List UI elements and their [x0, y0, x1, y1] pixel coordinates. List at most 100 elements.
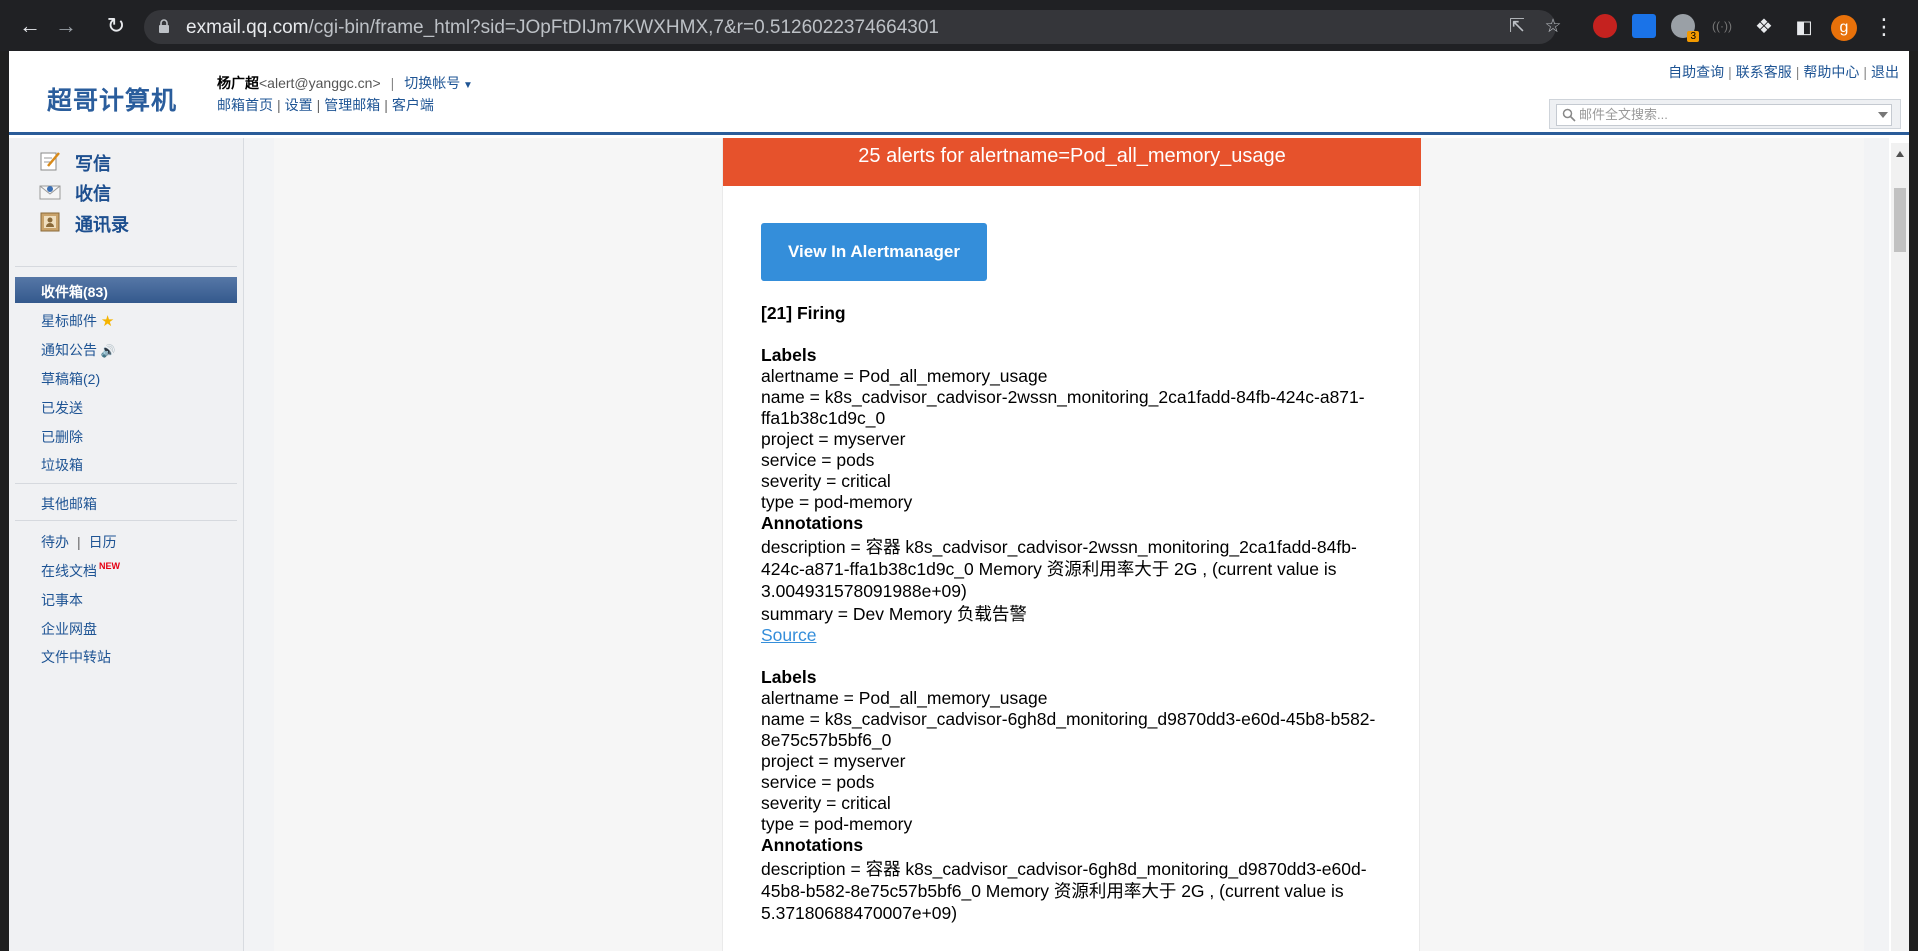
search-dropdown-icon[interactable]: [1878, 112, 1888, 118]
folder-other-mailbox[interactable]: 其他邮箱: [41, 494, 97, 514]
envelope-icon: [39, 185, 61, 200]
brand-logo[interactable]: 超哥计算机: [47, 81, 177, 117]
folder-spam[interactable]: 垃圾箱: [41, 455, 83, 475]
starred-label: 星标邮件: [41, 313, 97, 329]
bookmark-star-icon[interactable]: ☆: [1542, 16, 1564, 38]
extension-record-icon[interactable]: [1593, 14, 1617, 38]
mail-frame: 25 alerts for alertname=Pod_all_memory_u…: [274, 138, 1864, 951]
url-text: exmail.qq.com/cgi-bin/frame_html?sid=JOp…: [186, 17, 939, 38]
online-docs-label: 在线文档: [41, 563, 97, 579]
label-project: project = myserver: [761, 429, 906, 449]
speaker-icon: 🔊: [100, 344, 116, 358]
star-icon: ★: [100, 313, 115, 330]
notices-label: 通知公告: [41, 342, 97, 358]
folder-drafts[interactable]: 草稿箱(2): [41, 369, 100, 389]
label-name: name = k8s_cadvisor_cadvisor-2wssn_monit…: [761, 387, 1365, 428]
search-icon: [1562, 108, 1576, 122]
mail-header: 超哥计算机 杨广超<alert@yanggc.cn> | 切换帐号 ▼ 邮箱首页 | 设…: [9, 51, 1909, 135]
folder-sent[interactable]: 已发送: [41, 398, 83, 418]
user-email: <alert@yanggc.cn>: [259, 75, 381, 91]
link-online-docs[interactable]: 在线文档 NEW: [41, 561, 120, 581]
label-type: type = pod-memory: [761, 814, 913, 834]
link-manage[interactable]: 管理邮箱: [324, 97, 380, 113]
compose-icon: [40, 152, 60, 171]
mail-content: 25 alerts for alertname=Pod_all_memory_u…: [244, 138, 1889, 951]
label-severity: severity = critical: [761, 793, 891, 813]
menu-kebab-icon[interactable]: ⋮: [1870, 13, 1898, 41]
broadcast-icon[interactable]: ((·)): [1710, 14, 1734, 38]
contacts-label: 通讯录: [75, 215, 129, 235]
firing-title: [21] Firing: [761, 303, 846, 323]
view-in-alertmanager-button[interactable]: View In Alertmanager: [761, 223, 987, 281]
side-panel-icon[interactable]: ◧: [1790, 13, 1818, 41]
label-name: name = k8s_cadvisor_cadvisor-6gh8d_monit…: [761, 709, 1376, 750]
link-help-center[interactable]: 帮助中心: [1803, 64, 1859, 80]
extension-badge: 3: [1687, 31, 1699, 42]
compose-label: 写信: [75, 154, 111, 174]
label-service: service = pods: [761, 450, 875, 470]
annotation-description: description = 容器 k8s_cadvisor_cadvisor-6…: [761, 859, 1367, 923]
label-alertname: alertname = Pod_all_memory_usage: [761, 366, 1048, 386]
annotation-description: description = 容器 k8s_cadvisor_cadvisor-2…: [761, 537, 1357, 601]
scroll-up-icon[interactable]: [1896, 151, 1904, 157]
extensions-puzzle-icon[interactable]: ❖: [1750, 13, 1778, 41]
todo-calendar: 待办 | 日历: [41, 534, 117, 550]
lock-icon: [159, 19, 169, 33]
google-translate-icon[interactable]: [1632, 14, 1656, 38]
folder-notices[interactable]: 通知公告 🔊: [41, 340, 116, 360]
link-logout[interactable]: 退出: [1871, 64, 1899, 80]
inbox-label: 收件箱(83): [41, 284, 108, 300]
labels-heading: Labels: [761, 667, 817, 687]
alert-banner: 25 alerts for alertname=Pod_all_memory_u…: [723, 138, 1421, 186]
divider: [15, 483, 237, 484]
receive-label: 收信: [75, 184, 111, 204]
mail-search: 邮件全文搜索...: [1549, 99, 1901, 129]
annotation-summary: summary = Dev Memory 负载告警: [761, 604, 1027, 624]
switch-account-link[interactable]: 切换帐号: [404, 75, 460, 91]
folder-deleted[interactable]: 已删除: [41, 427, 83, 447]
label-severity: severity = critical: [761, 471, 891, 491]
extension-icon[interactable]: 3: [1671, 14, 1699, 42]
link-notebook[interactable]: 记事本: [41, 590, 83, 610]
label-service: service = pods: [761, 772, 875, 792]
link-home[interactable]: 邮箱首页: [217, 97, 273, 113]
label-type: type = pod-memory: [761, 492, 913, 512]
back-icon[interactable]: ←: [16, 12, 44, 40]
link-self-service[interactable]: 自助查询: [1668, 64, 1724, 80]
reload-icon[interactable]: ↻: [102, 12, 130, 40]
mail-app: 超哥计算机 杨广超<alert@yanggc.cn> | 切换帐号 ▼ 邮箱首页 | 设…: [9, 51, 1909, 951]
forward-icon[interactable]: →: [52, 12, 80, 40]
alert-email: 25 alerts for alertname=Pod_all_memory_u…: [722, 138, 1421, 951]
vertical-scrollbar[interactable]: [1891, 143, 1909, 951]
mail-body: [21] Firing Labels alertname = Pod_all_m…: [761, 303, 1391, 945]
link-cloud-drive[interactable]: 企业网盘: [41, 619, 97, 639]
alert-item: Labels alertname = Pod_all_memory_usage …: [761, 345, 1391, 646]
link-calendar[interactable]: 日历: [89, 534, 117, 550]
address-bar[interactable]: exmail.qq.com/cgi-bin/frame_html?sid=JOp…: [144, 10, 1562, 44]
folder-inbox[interactable]: 收件箱(83): [15, 277, 237, 303]
share-icon[interactable]: ⇱: [1506, 16, 1528, 38]
chevron-down-icon[interactable]: ▼: [460, 80, 473, 91]
labels-heading: Labels: [761, 345, 817, 365]
user-info: 杨广超<alert@yanggc.cn> | 切换帐号 ▼: [217, 73, 473, 93]
label-project: project = myserver: [761, 751, 906, 771]
separator: |: [390, 75, 395, 91]
link-contact-support[interactable]: 联系客服: [1736, 64, 1792, 80]
top-links: 自助查询 | 联系客服 | 帮助中心 | 退出: [1668, 64, 1899, 80]
divider: [15, 266, 237, 267]
user-links: 邮箱首页 | 设置 | 管理邮箱 | 客户端: [217, 97, 434, 113]
link-client[interactable]: 客户端: [392, 97, 434, 113]
link-file-transfer[interactable]: 文件中转站: [41, 647, 111, 667]
annotations-heading: Annotations: [761, 513, 864, 533]
profile-avatar[interactable]: g: [1831, 15, 1857, 41]
source-link[interactable]: Source: [761, 625, 1391, 646]
new-badge: NEW: [99, 561, 120, 571]
divider: [15, 520, 237, 521]
link-settings[interactable]: 设置: [285, 97, 313, 113]
browser-toolbar: ← → ↻ exmail.qq.com/cgi-bin/frame_html?s…: [0, 0, 1918, 51]
scrollbar-thumb[interactable]: [1894, 188, 1906, 252]
search-input[interactable]: 邮件全文搜索...: [1556, 104, 1892, 126]
folder-starred[interactable]: 星标邮件 ★: [41, 311, 114, 331]
link-todo[interactable]: 待办: [41, 534, 69, 550]
label-alertname: alertname = Pod_all_memory_usage: [761, 688, 1048, 708]
